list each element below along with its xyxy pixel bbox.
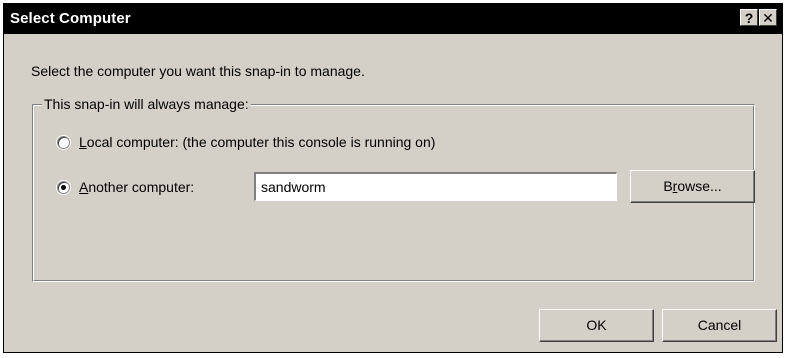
close-button[interactable]: ✕ [759,9,777,26]
local-label-rest: ocal computer: (the computer this consol… [86,134,436,150]
local-computer-option[interactable]: Local computer: (the computer this conso… [57,134,435,150]
browse-button[interactable]: Browse... [630,170,755,203]
ok-button[interactable]: OK [539,309,654,342]
close-icon: ✕ [762,10,774,26]
computer-name-input[interactable] [254,172,617,201]
instruction-text: Select the computer you want this snap-i… [31,63,365,79]
another-label-rest: nother computer: [88,179,195,195]
local-computer-label[interactable]: Local computer: (the computer this conso… [79,134,435,150]
help-button[interactable]: ? [740,9,758,26]
select-computer-dialog: Select Computer ? ✕ Select the computer … [3,3,783,353]
groupbox-legend: This snap-in will always manage: [42,96,251,112]
local-computer-radio[interactable] [57,135,70,149]
another-computer-option[interactable]: Another computer: [57,179,194,195]
help-icon: ? [744,10,754,26]
browse-label-pre: B [663,178,673,194]
cancel-button[interactable]: Cancel [662,309,777,342]
window-title: Select Computer [10,10,131,27]
another-computer-label[interactable]: Another computer: [79,179,194,195]
another-accel-char: A [79,179,89,195]
local-accel-char: L [79,134,87,150]
title-bar[interactable]: Select Computer ? ✕ [4,4,782,34]
browse-label-rest: owse... [677,178,722,194]
another-computer-radio[interactable] [57,180,70,194]
